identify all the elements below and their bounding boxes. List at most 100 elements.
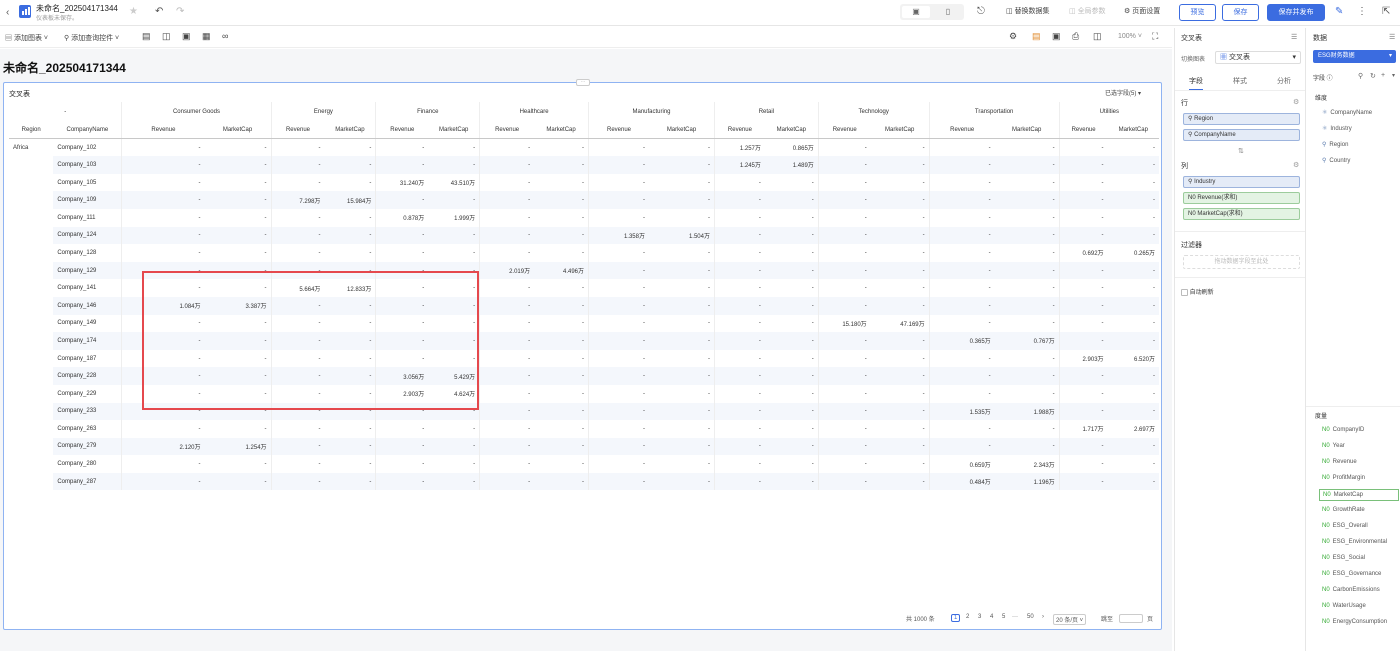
value-cell[interactable]: - bbox=[871, 139, 929, 157]
value-cell[interactable]: - bbox=[871, 209, 929, 227]
value-cell[interactable]: 2.019万 bbox=[479, 261, 535, 280]
value-cell[interactable]: - bbox=[588, 138, 649, 157]
page-4[interactable]: 4 bbox=[990, 614, 993, 620]
company-column-header[interactable]: CompanyName bbox=[53, 121, 122, 140]
measure-header[interactable]: Revenue bbox=[375, 121, 429, 140]
value-cell[interactable]: - bbox=[871, 420, 929, 438]
value-cell[interactable]: - bbox=[1058, 437, 1108, 456]
value-cell[interactable]: - bbox=[648, 156, 715, 174]
zoom-select[interactable]: 100% ˅ bbox=[1118, 33, 1142, 40]
value-cell[interactable]: - bbox=[1058, 367, 1108, 385]
measure-header[interactable]: Revenue bbox=[270, 121, 325, 140]
value-cell[interactable]: 2.343万 bbox=[995, 455, 1060, 473]
selected-fields-dropdown[interactable]: 已选字段(5) ▾ bbox=[1105, 88, 1141, 97]
value-cell[interactable]: - bbox=[324, 261, 376, 280]
value-cell[interactable]: - bbox=[994, 437, 1060, 456]
value-cell[interactable]: - bbox=[375, 226, 429, 245]
value-cell[interactable]: - bbox=[928, 244, 995, 262]
value-cell[interactable]: - bbox=[1058, 472, 1108, 491]
measure-field[interactable]: N0 Year bbox=[1322, 443, 1345, 449]
value-cell[interactable]: - bbox=[534, 367, 589, 385]
value-cell[interactable]: - bbox=[121, 279, 205, 297]
back-icon[interactable]: ‹ bbox=[6, 7, 9, 18]
value-cell[interactable]: - bbox=[764, 402, 819, 421]
filter-drop-zone[interactable]: 拖动数据字段至此处 bbox=[1183, 255, 1300, 269]
measure-header[interactable]: Revenue bbox=[928, 121, 995, 140]
value-cell[interactable]: - bbox=[428, 296, 480, 315]
value-cell[interactable]: - bbox=[870, 402, 930, 421]
value-cell[interactable]: - bbox=[995, 209, 1060, 227]
value-cell[interactable]: - bbox=[324, 156, 376, 174]
value-cell[interactable]: - bbox=[270, 138, 325, 157]
value-cell[interactable]: - bbox=[1058, 156, 1108, 174]
value-cell[interactable]: 1.257万 bbox=[713, 138, 765, 157]
value-cell[interactable]: - bbox=[765, 315, 818, 333]
value-cell[interactable]: - bbox=[270, 208, 325, 227]
value-cell[interactable]: - bbox=[205, 455, 272, 473]
value-cell[interactable]: - bbox=[870, 472, 930, 491]
value-cell[interactable]: - bbox=[870, 261, 930, 280]
value-cell[interactable]: - bbox=[871, 279, 929, 297]
value-cell[interactable]: - bbox=[270, 296, 325, 315]
value-cell[interactable]: - bbox=[479, 349, 535, 368]
value-cell[interactable]: - bbox=[375, 296, 429, 315]
value-cell[interactable]: - bbox=[534, 350, 588, 368]
value-cell[interactable]: - bbox=[428, 156, 480, 174]
value-cell[interactable]: - bbox=[817, 226, 871, 245]
value-cell[interactable]: 7.298万 bbox=[270, 191, 325, 209]
value-cell[interactable]: - bbox=[324, 226, 376, 245]
value-cell[interactable]: - bbox=[324, 209, 375, 227]
value-cell[interactable]: 2.903万 bbox=[375, 384, 429, 403]
value-cell[interactable]: 43.510万 bbox=[428, 174, 479, 192]
value-cell[interactable]: - bbox=[479, 402, 535, 421]
value-cell[interactable]: - bbox=[764, 226, 819, 245]
value-cell[interactable]: - bbox=[1107, 191, 1159, 209]
value-cell[interactable]: - bbox=[534, 315, 588, 333]
value-cell[interactable]: - bbox=[1107, 156, 1159, 174]
value-cell[interactable]: - bbox=[204, 191, 272, 209]
company-cell[interactable]: Company_102 bbox=[53, 139, 122, 157]
value-cell[interactable]: - bbox=[479, 279, 535, 297]
value-cell[interactable]: 0.484万 bbox=[928, 472, 995, 491]
value-cell[interactable]: - bbox=[995, 385, 1060, 403]
value-cell[interactable]: - bbox=[764, 261, 819, 280]
company-cell[interactable]: Company_233 bbox=[53, 402, 122, 421]
value-cell[interactable]: - bbox=[995, 350, 1060, 368]
value-cell[interactable]: - bbox=[817, 332, 871, 350]
value-cell[interactable]: - bbox=[479, 226, 535, 245]
value-cell[interactable]: - bbox=[870, 367, 930, 385]
value-cell[interactable]: - bbox=[204, 472, 272, 491]
value-cell[interactable]: - bbox=[649, 209, 715, 227]
value-cell[interactable]: - bbox=[204, 156, 272, 174]
value-cell[interactable]: - bbox=[817, 208, 871, 227]
value-cell[interactable]: - bbox=[765, 174, 818, 192]
global-params-button[interactable]: ◫ 全局参数 bbox=[1069, 6, 1106, 16]
value-cell[interactable]: - bbox=[324, 385, 375, 403]
value-cell[interactable]: - bbox=[270, 472, 325, 491]
value-cell[interactable]: - bbox=[324, 315, 375, 333]
value-cell[interactable]: - bbox=[428, 455, 479, 473]
value-cell[interactable]: - bbox=[375, 138, 429, 157]
value-cell[interactable]: - bbox=[205, 139, 272, 157]
value-cell[interactable]: - bbox=[648, 332, 715, 350]
value-cell[interactable]: - bbox=[764, 332, 819, 350]
value-cell[interactable]: - bbox=[713, 208, 765, 227]
value-cell[interactable]: 0.265万 bbox=[1108, 244, 1159, 262]
value-cell[interactable]: - bbox=[1107, 296, 1159, 315]
value-cell[interactable]: 4.624万 bbox=[428, 385, 479, 403]
value-cell[interactable]: 3.387万 bbox=[204, 296, 272, 315]
value-cell[interactable]: - bbox=[1058, 138, 1108, 157]
company-cell[interactable]: Company_146 bbox=[53, 296, 122, 315]
value-cell[interactable]: - bbox=[534, 191, 589, 209]
value-cell[interactable]: - bbox=[270, 437, 325, 456]
value-cell[interactable]: 12.833万 bbox=[324, 279, 375, 297]
value-cell[interactable]: - bbox=[817, 279, 871, 297]
value-cell[interactable]: - bbox=[588, 314, 649, 333]
value-cell[interactable]: - bbox=[649, 455, 715, 473]
value-cell[interactable]: - bbox=[1107, 437, 1159, 456]
value-cell[interactable]: - bbox=[713, 384, 765, 403]
value-cell[interactable]: 5.429万 bbox=[428, 367, 480, 385]
dimension-field[interactable]: ⚲ Region bbox=[1322, 141, 1348, 148]
value-cell[interactable]: - bbox=[534, 296, 589, 315]
value-cell[interactable]: - bbox=[588, 332, 649, 350]
